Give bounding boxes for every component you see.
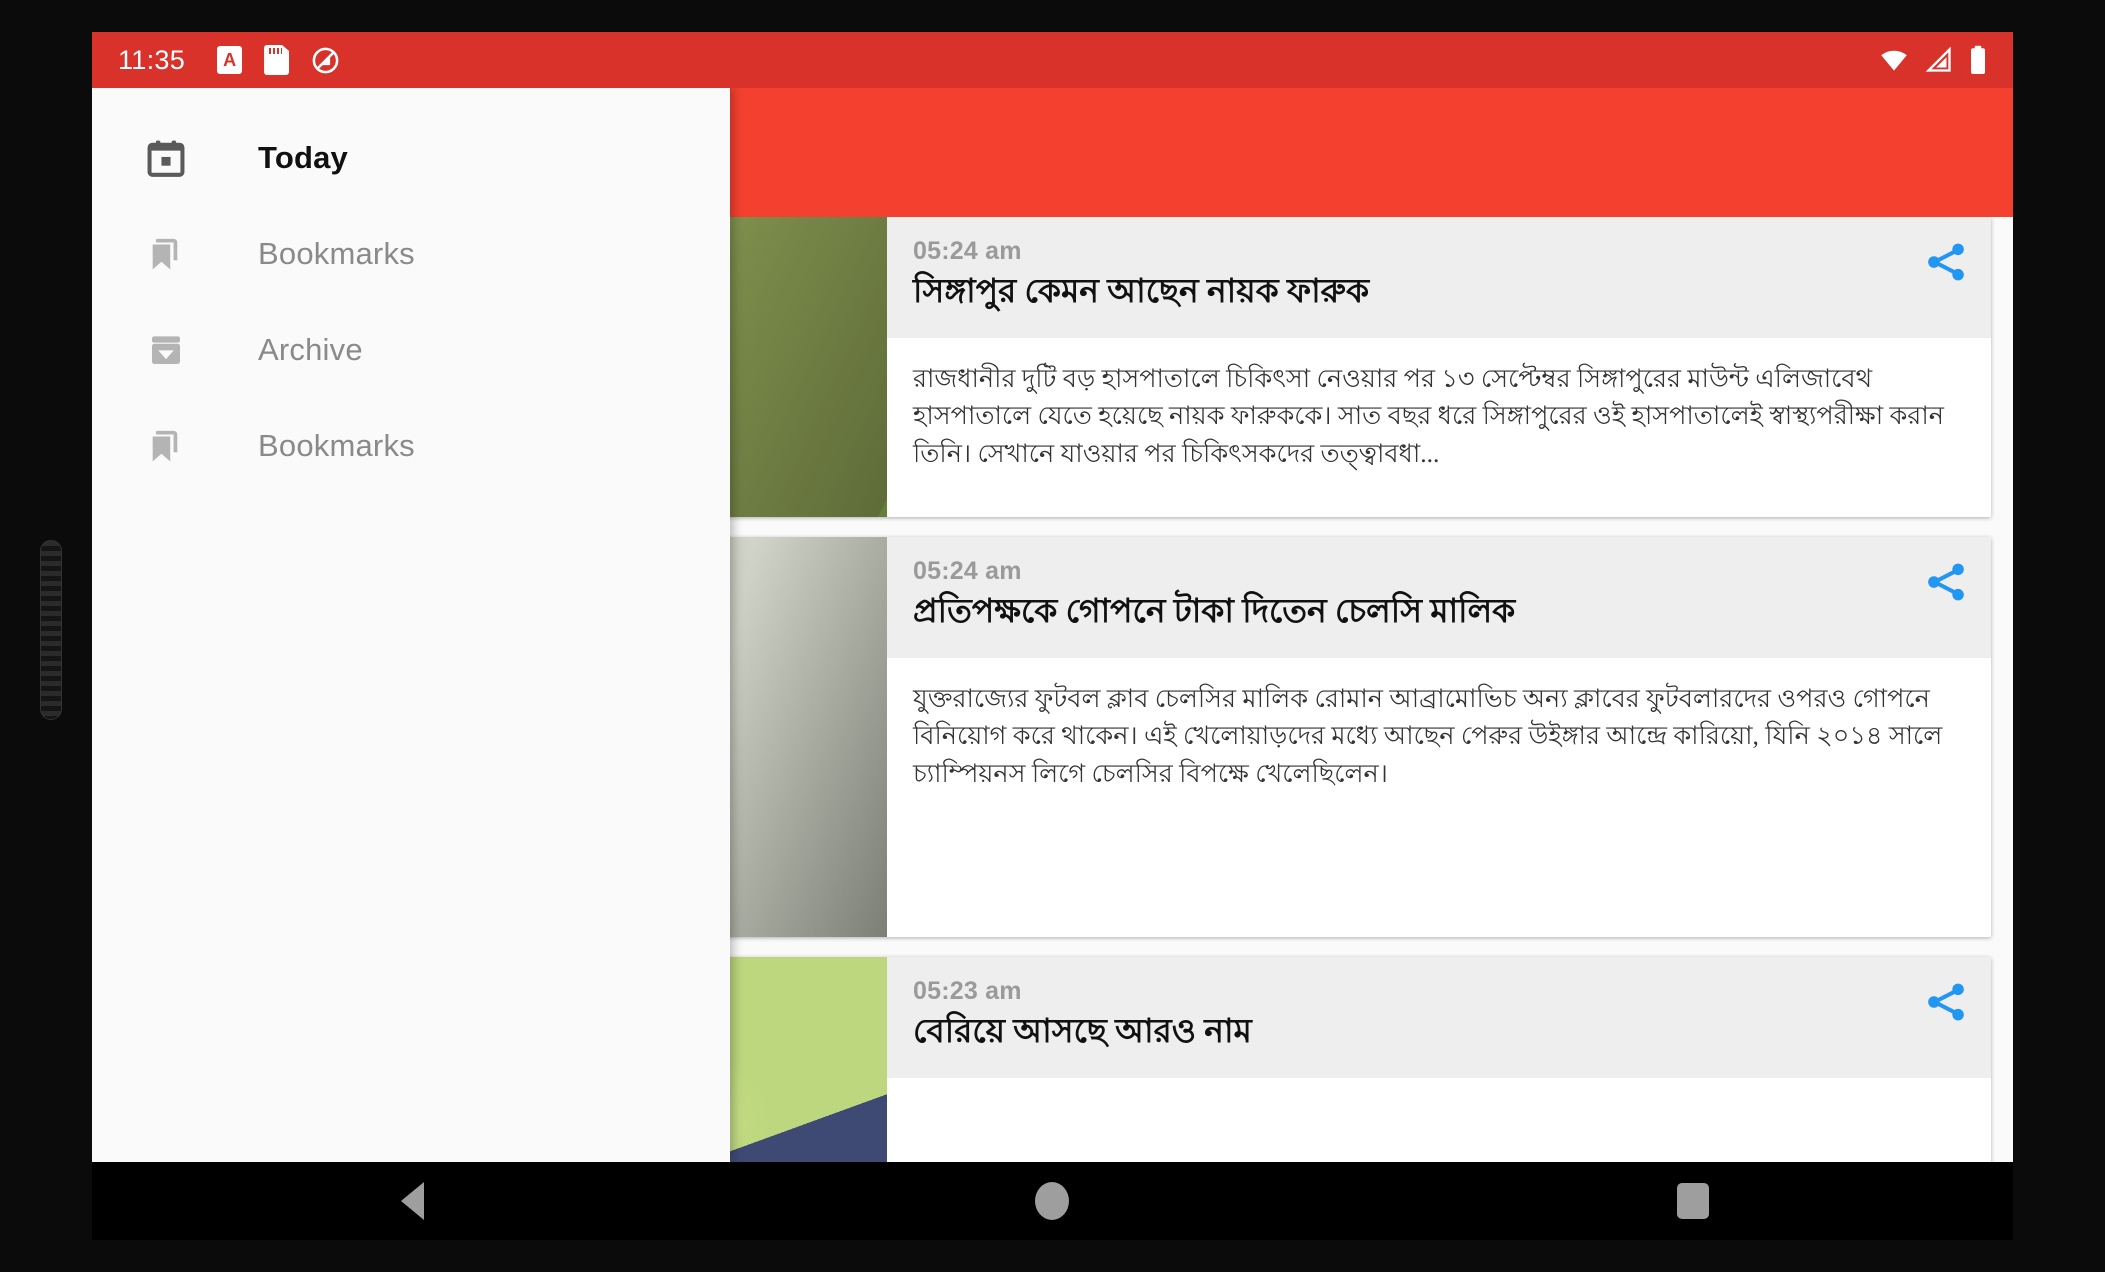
app-notification-icon: A: [217, 46, 243, 74]
sidebar-item-label: Bookmarks: [258, 428, 415, 463]
sidebar-item-bookmarks-2[interactable]: Bookmarks: [92, 398, 730, 494]
news-card-text: 05:24 am প্রতিপক্ষকে গোপনে টাকা দিতেন চে…: [887, 537, 1991, 937]
news-card-text: 05:23 am বেরিয়ে আসছে আরও নাম: [887, 957, 1991, 1162]
sidebar-item-label: Today: [258, 140, 348, 175]
status-system-icons: [1879, 45, 1987, 75]
sidebar-item-label: Archive: [258, 332, 363, 367]
news-card-body: যুক্তরাজ্যের ফুটবল ক্লাব চেলসির মালিক রো…: [887, 657, 1991, 937]
news-card-header: 05:24 am প্রতিপক্ষকে গোপনে টাকা দিতেন চে…: [887, 537, 1991, 658]
share-icon[interactable]: [1923, 559, 1969, 605]
bookmarks-icon: [144, 233, 188, 275]
home-button[interactable]: [992, 1162, 1112, 1240]
status-bar: 11:35 A: [92, 32, 2013, 88]
status-clock: 11:35: [118, 44, 186, 75]
news-card-text: 05:24 am সিঙ্গাপুর কেমন আছেন নায়ক ফারুক…: [887, 217, 1991, 517]
recents-button[interactable]: [1633, 1162, 1753, 1240]
cell-signal-icon: [1925, 46, 1953, 74]
sidebar-item-label: Bookmarks: [258, 236, 415, 271]
device-frame: 11:35 A 05:24 am সিঙ্গাপুর কেমন আছেন নায…: [0, 0, 2105, 1272]
news-card-time: 05:24 am: [913, 557, 1022, 585]
sidebar-item-bookmarks[interactable]: Bookmarks: [92, 206, 730, 302]
calendar-today-icon: [144, 137, 188, 179]
news-card-headline: সিঙ্গাপুর কেমন আছেন নায়ক ফারুক: [913, 274, 1370, 310]
do-not-disturb-icon: [311, 46, 340, 75]
bookmarks-icon: [144, 425, 188, 467]
news-card-headline: বেরিয়ে আসছে আরও নাম: [913, 1014, 1252, 1050]
back-triangle-icon: [400, 1182, 424, 1220]
phone-screen: 11:35 A 05:24 am সিঙ্গাপুর কেমন আছেন নায…: [92, 32, 2013, 1162]
news-card-headline: প্রতিপক্ষকে গোপনে টাকা দিতেন চেলসি মালিক: [913, 594, 1516, 630]
sidebar-item-archive[interactable]: Archive: [92, 302, 730, 398]
news-card-time: 05:23 am: [913, 977, 1022, 1005]
share-icon[interactable]: [1923, 979, 1969, 1025]
navigation-drawer: Today Bookmarks Archive Bookmarks: [92, 88, 730, 1162]
back-button[interactable]: [352, 1162, 472, 1240]
sidebar-item-today[interactable]: Today: [92, 110, 730, 206]
home-circle-icon: [1035, 1182, 1070, 1220]
device-side-button[interactable]: [40, 540, 62, 720]
battery-icon: [1969, 45, 1987, 75]
share-icon[interactable]: [1923, 239, 1969, 285]
recents-square-icon: [1676, 1183, 1709, 1219]
news-card-header: 05:23 am বেরিয়ে আসছে আরও নাম: [887, 957, 1991, 1078]
status-notification-icons: A: [217, 45, 340, 75]
archive-icon: [144, 329, 188, 371]
sd-card-icon: [264, 45, 290, 75]
news-card-time: 05:24 am: [913, 237, 1022, 265]
wifi-icon: [1879, 45, 1909, 75]
android-navigation-bar: [92, 1162, 2013, 1240]
news-card-body: [887, 1077, 1991, 1162]
news-card-body: রাজধানীর দুটি বড় হাসপাতালে চিকিৎসা নেওয…: [887, 337, 1991, 517]
news-card-header: 05:24 am সিঙ্গাপুর কেমন আছেন নায়ক ফারুক: [887, 217, 1991, 338]
